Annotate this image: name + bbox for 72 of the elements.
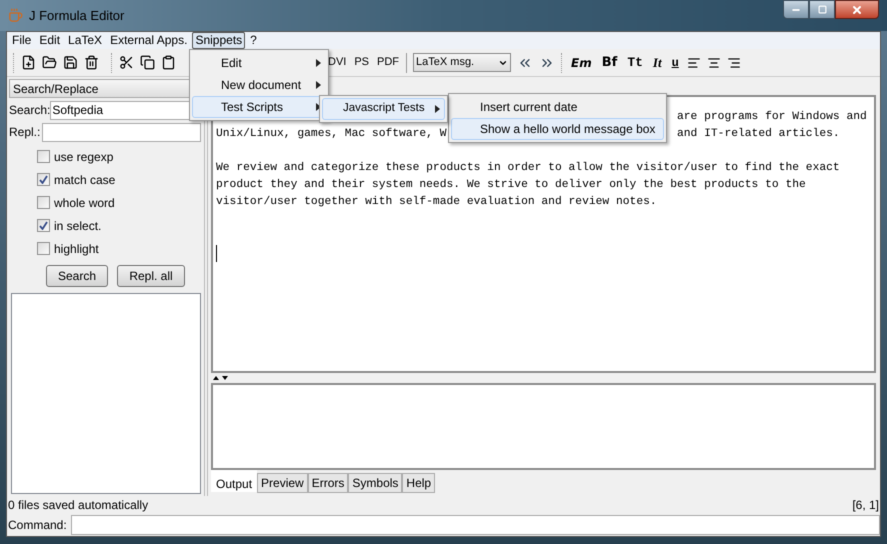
replace-field[interactable]	[42, 122, 201, 142]
editor-text: and IT-related articles.	[676, 126, 840, 142]
panel-button[interactable]: Repl. all	[117, 265, 185, 287]
close-button[interactable]	[835, 0, 879, 19]
maximize-button[interactable]	[809, 0, 835, 19]
log-select[interactable]: LaTeX msg.	[413, 53, 512, 72]
save-icon[interactable]	[63, 55, 78, 70]
menu-item[interactable]: External Apps.	[107, 32, 190, 49]
checkbox[interactable]	[37, 173, 50, 186]
tab[interactable]: Errors	[308, 473, 348, 493]
expand-up-icon[interactable]	[213, 376, 219, 380]
editor-text: We review and categorize these products in order to allow the visitor/user to find the exact	[216, 160, 840, 176]
checkbox[interactable]	[37, 196, 50, 209]
folder-icon[interactable]	[42, 55, 57, 70]
status-message: 0 files saved automatically	[8, 497, 148, 514]
menu-item[interactable]: LaTeX	[65, 32, 106, 49]
option-label: whole word	[54, 194, 115, 212]
editor-text: are programs for Windows and	[676, 110, 867, 125]
menu-item[interactable]: Snippets	[192, 32, 246, 49]
menu-item[interactable]: Edit	[36, 32, 64, 49]
maximize-icon	[818, 5, 826, 14]
replace-label: Repl.:	[9, 124, 40, 141]
format-button[interactable]: u	[670, 54, 681, 72]
menu-item[interactable]: Javascript Tests	[322, 98, 445, 120]
tab[interactable]: Output	[211, 470, 258, 492]
align-center-icon[interactable]	[706, 56, 721, 70]
format-button[interactable]: Tt	[625, 52, 645, 72]
option-label: highlight	[54, 240, 99, 258]
coffee-cup-icon	[8, 8, 23, 23]
editor-text: product they and their system needs. We strive to deliver only the best products to the	[216, 178, 806, 193]
format-button[interactable]: Bf	[600, 52, 620, 72]
command-label: Command:	[7, 517, 68, 534]
align-left-icon[interactable]	[686, 56, 701, 70]
panel-button[interactable]: Search	[46, 265, 108, 287]
paste-icon[interactable]	[161, 55, 176, 70]
cut-icon[interactable]	[119, 55, 134, 70]
align-right-icon[interactable]	[726, 56, 741, 70]
output-format-button[interactable]: PDF	[376, 54, 400, 71]
text-cursor	[216, 245, 217, 262]
menu-item[interactable]: Show a hello world message box	[451, 118, 664, 140]
minimize-button[interactable]	[783, 0, 809, 19]
checkbox[interactable]	[37, 219, 50, 232]
copy-icon[interactable]	[140, 55, 155, 70]
tab[interactable]: Help	[402, 473, 436, 493]
option-label: in select.	[54, 218, 102, 234]
window-title: J Formula Editor	[29, 6, 124, 25]
format-button[interactable]: It	[650, 52, 664, 72]
new-file-icon[interactable]	[21, 55, 36, 70]
command-field[interactable]	[70, 515, 880, 535]
option-label: match case	[54, 172, 116, 188]
search-label: Search:	[9, 102, 50, 119]
checkbox[interactable]	[37, 242, 50, 255]
close-icon	[851, 4, 863, 16]
trash-icon[interactable]	[84, 55, 99, 70]
check-icon	[39, 221, 48, 230]
output-format-button[interactable]: PS	[353, 54, 370, 71]
option-label: use regexp	[54, 148, 114, 166]
format-button[interactable]: Em	[569, 54, 594, 72]
menu-item[interactable]: File	[9, 32, 34, 49]
menu-item[interactable]: ?	[247, 32, 260, 49]
tab[interactable]: Symbols	[348, 473, 402, 493]
collapse-down-icon[interactable]	[222, 376, 228, 380]
check-icon	[39, 175, 48, 184]
menu-item[interactable]: Insert current date	[451, 96, 664, 118]
editor[interactable]	[211, 95, 876, 373]
menu-item[interactable]: Edit	[192, 52, 326, 74]
cursor-position: [6, 1]	[852, 497, 879, 514]
output-format-button[interactable]: DVI	[327, 54, 348, 71]
editor-text: Unix/Linux, games, Mac software, W	[216, 126, 446, 142]
editor-text: visitor/user together with self-made evaluation and review notes.	[216, 194, 657, 210]
checkbox[interactable]	[37, 150, 50, 163]
tab[interactable]: Preview	[257, 473, 308, 493]
